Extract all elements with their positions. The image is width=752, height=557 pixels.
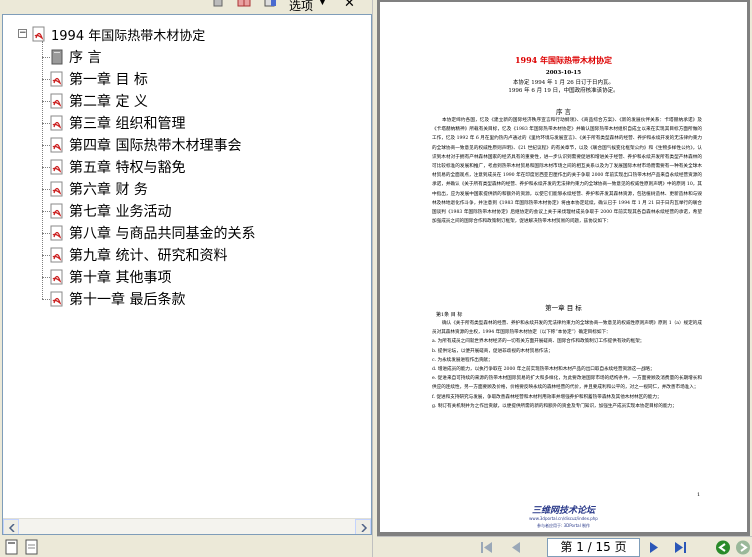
- bookmark-item-chapter-10[interactable]: 第十章 其他事项: [49, 266, 171, 288]
- bookmark-item-label: 第九章 统计、研究和资料: [69, 248, 228, 264]
- pdf-bookmark-icon: [50, 159, 63, 175]
- page-indicator[interactable]: 第 1 / 15 页: [547, 538, 640, 557]
- bookmark-item-label: 第十一章 最后条款: [69, 292, 186, 308]
- bookmark-item-chapter-2[interactable]: 第二章 定 义: [49, 90, 148, 112]
- preamble-heading: 序 言: [555, 108, 572, 116]
- page-layout-icon[interactable]: [4, 539, 20, 555]
- bookmark-item-label: 第四章 国际热带木材理事会: [69, 138, 242, 154]
- article1-text: 确认《关于所有类型森林的经营、养护和永续开发的无法律约束力的全球协商一致意见的权…: [432, 321, 702, 409]
- bookmarks-toolbar: 选项 ▼ ✕: [0, 0, 372, 14]
- last-page-icon[interactable]: [671, 539, 689, 556]
- bookmark-item-label: 第五章 特权与豁免: [69, 160, 186, 176]
- bookmark-item-chapter-9[interactable]: 第九章 统计、研究和资料: [49, 244, 227, 266]
- page-bookmark-icon: [51, 49, 63, 65]
- scroll-left-button[interactable]: [3, 519, 19, 534]
- pdf-bookmark-icon: [50, 71, 63, 87]
- close-pane-button[interactable]: ✕: [344, 0, 355, 11]
- bookmark-item-label: 第八章 与商品共同基金的关系: [69, 226, 256, 242]
- bookmark-item-label: 第六章 财 务: [69, 182, 148, 198]
- document-effective: 1996 年 6 月 19 日，中国政府核准该协定。: [508, 88, 619, 94]
- bookmark-item-label: 第二章 定 义: [69, 94, 148, 110]
- bookmark-item-label: 第一章 目 标: [69, 72, 148, 88]
- footer-note: 参与者应用于: 3DPortal 制作: [536, 523, 590, 528]
- bookmark-root[interactable]: 1994 年国际热带木材协定: [31, 23, 205, 45]
- options-menu-button[interactable]: 选项: [289, 0, 313, 14]
- document-adopted: 本协定 1994 年 1 月 26 日订于日内瓦。: [513, 80, 614, 86]
- bookmark-item-label: 第七章 业务活动: [69, 204, 172, 220]
- bookmark-item-chapter-7[interactable]: 第七章 业务活动: [49, 200, 171, 222]
- bookmark-item-label: 第三章 组织和管理: [69, 116, 186, 132]
- bookmark-item-chapter-1[interactable]: 第一章 目 标: [49, 68, 148, 90]
- first-page-icon[interactable]: [478, 539, 496, 556]
- page-number: 1: [697, 492, 701, 498]
- pdf-bookmark-icon: [32, 26, 45, 42]
- pdf-bookmark-icon: [50, 225, 63, 241]
- left-status-bar: [0, 536, 372, 557]
- expand-bookmark-icon[interactable]: [237, 0, 251, 10]
- footer-site: 三维网技术论坛: [531, 506, 595, 516]
- bookmark-item-label: 第十章 其他事项: [69, 270, 172, 286]
- bookmarks-panel: − 1994 年国际热带木材协定 序 言 第一章 目 标 第二章 定 义 第三章…: [2, 14, 372, 535]
- collapse-toggle[interactable]: −: [18, 29, 27, 38]
- navigation-bar: 第 1 / 15 页: [377, 536, 752, 557]
- pdf-reader-window: 选项 ▼ ✕ − 1994 年国际热带木材协定 序 言 第一章 目 标 第二章 …: [0, 0, 752, 557]
- continuous-layout-icon[interactable]: [24, 539, 40, 555]
- previous-page-icon[interactable]: [507, 539, 525, 556]
- arrow-left-icon: [8, 524, 15, 532]
- pdf-bookmark-icon: [50, 247, 63, 263]
- bookmark-item-chapter-3[interactable]: 第三章 组织和管理: [49, 112, 185, 134]
- bookmark-item-preface[interactable]: 序 言: [49, 46, 101, 68]
- pdf-bookmark-icon: [50, 203, 63, 219]
- bookmark-properties-icon[interactable]: [263, 0, 277, 10]
- bookmark-item-chapter-11[interactable]: 第十一章 最后条款: [49, 288, 185, 310]
- pdf-bookmark-icon: [50, 137, 63, 153]
- pdf-bookmark-icon: [50, 181, 63, 197]
- next-page-icon[interactable]: [645, 539, 663, 556]
- bookmark-page-icon[interactable]: [211, 0, 225, 10]
- pdf-bookmark-icon: [50, 291, 63, 307]
- horizontal-scrollbar[interactable]: [3, 518, 371, 534]
- document-view[interactable]: 1994 年国际热带木材协定 2003-10-15 本协定 1994 年 1 月…: [377, 0, 750, 536]
- pdf-page: 1994 年国际热带木材协定 2003-10-15 本协定 1994 年 1 月…: [380, 2, 747, 532]
- bookmark-tree: − 1994 年国际热带木材协定 序 言 第一章 目 标 第二章 定 义 第三章…: [3, 15, 371, 519]
- pdf-bookmark-icon: [50, 269, 63, 285]
- options-dropdown-icon[interactable]: ▼: [319, 0, 326, 7]
- arrow-right-icon: [361, 524, 368, 532]
- bookmark-item-label: 序 言: [69, 50, 102, 66]
- document-title: 1994 年国际热带木材协定: [514, 55, 613, 65]
- scroll-right-button[interactable]: [355, 519, 371, 534]
- go-back-icon[interactable]: [714, 539, 732, 556]
- bookmark-item-chapter-8[interactable]: 第八章 与商品共同基金的关系: [49, 222, 255, 244]
- bookmark-item-chapter-5[interactable]: 第五章 特权与豁免: [49, 156, 185, 178]
- pdf-bookmark-icon: [50, 115, 63, 131]
- footer-url: www.3dportal.cn/discuz/index.php: [529, 516, 598, 521]
- go-forward-icon[interactable]: [734, 539, 752, 556]
- bookmark-root-label: 1994 年国际热带木材协定: [51, 28, 206, 44]
- document-date: 2003-10-15: [545, 70, 582, 76]
- pdf-bookmark-icon: [50, 93, 63, 109]
- article1-title: 第1条 目 标: [436, 312, 463, 318]
- bookmark-item-chapter-4[interactable]: 第四章 国际热带木材理事会: [49, 134, 241, 156]
- bookmark-item-chapter-6[interactable]: 第六章 财 务: [49, 178, 148, 200]
- preamble-text: 本协定缔约各国，忆及《建立新的国际经济秩序宣言和行动纲领》、《商品综合方案》、《…: [432, 118, 702, 225]
